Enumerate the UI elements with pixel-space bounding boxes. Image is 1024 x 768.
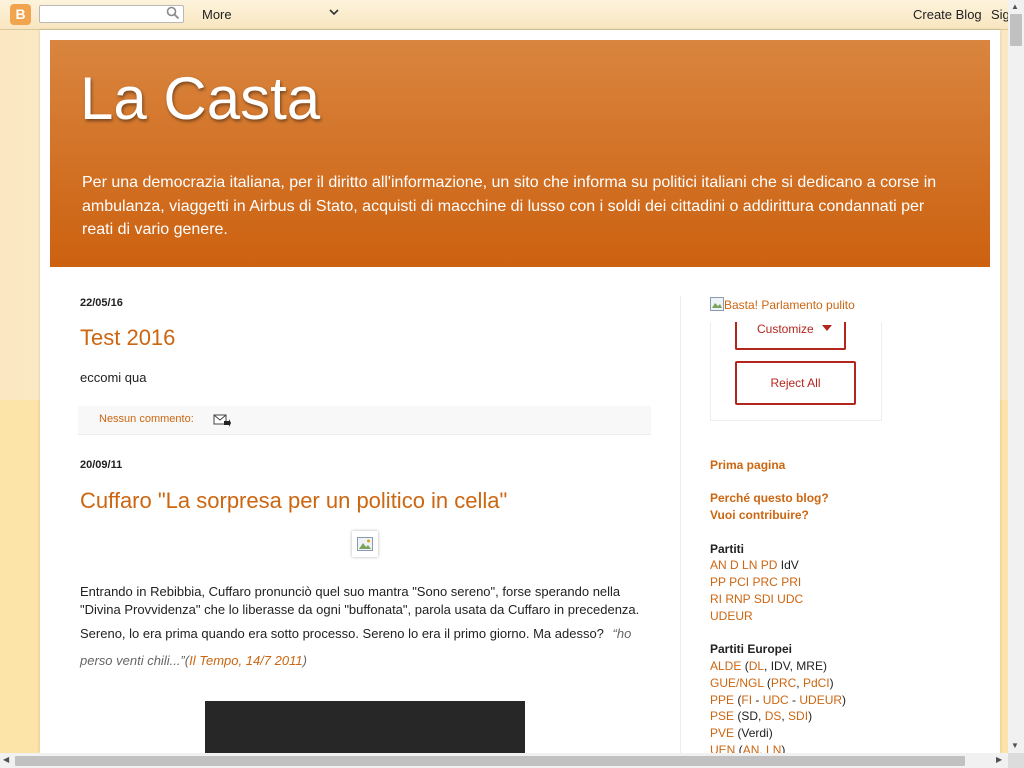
party-link[interactable]: LN bbox=[742, 558, 757, 572]
vertical-scrollbar[interactable] bbox=[1008, 0, 1024, 753]
broken-image-icon bbox=[710, 297, 724, 311]
party-link[interactable]: ALDE bbox=[710, 659, 741, 673]
party-link[interactable]: SDI bbox=[788, 709, 808, 723]
party-link[interactable]: PD bbox=[761, 558, 778, 572]
sign-in-link[interactable]: Sig bbox=[991, 7, 1010, 22]
party-link[interactable]: PSE bbox=[710, 709, 734, 723]
scroll-left-arrow-icon[interactable]: ◀ bbox=[3, 755, 9, 764]
embedded-video[interactable] bbox=[205, 701, 525, 753]
post-paragraph-line: Sereno, lo era prima quando era sotto pr… bbox=[80, 626, 631, 641]
party-link[interactable]: FI bbox=[741, 693, 752, 707]
partiti-row: PP PCI PRC PRI bbox=[710, 575, 801, 589]
sidebar-banner[interactable]: Basta! Parlamento pulito bbox=[710, 297, 855, 312]
post-text: Sereno, lo era prima quando era sotto pr… bbox=[80, 626, 604, 641]
post-paragraph-line: Entrando in Rebibbia, Cuffaro pronunciò … bbox=[80, 584, 621, 599]
post-date: 20/09/11 bbox=[80, 459, 123, 471]
more-menu[interactable]: More bbox=[202, 7, 232, 22]
europei-row: GUE/NGL (PRC, PdCI) bbox=[710, 676, 834, 690]
scroll-up-arrow-icon[interactable]: ▲ bbox=[1011, 2, 1019, 11]
partiti-row: RI RNP SDI UDC bbox=[710, 592, 803, 606]
party-link[interactable]: UDC bbox=[763, 693, 789, 707]
europei-row: PPE (FI - UDC - UDEUR) bbox=[710, 693, 847, 707]
comments-link[interactable]: Nessun commento: bbox=[99, 413, 194, 425]
party-link[interactable]: PdCI bbox=[803, 676, 830, 690]
party-link[interactable]: PRI bbox=[781, 575, 801, 589]
party-link[interactable]: UDEUR bbox=[710, 609, 753, 623]
party-link[interactable]: PCI bbox=[729, 575, 749, 589]
partiti-row: AN D LN PD IdV bbox=[710, 558, 799, 572]
banner-alt-text: Basta! Parlamento pulito bbox=[724, 298, 855, 312]
party-link[interactable]: PPE bbox=[710, 693, 734, 707]
broken-image-icon bbox=[357, 537, 373, 551]
vertical-scrollbar-thumb[interactable] bbox=[1010, 14, 1022, 46]
reject-all-button[interactable]: Reject All bbox=[735, 361, 856, 405]
party-link[interactable]: PRC bbox=[771, 676, 796, 690]
post-quote: “ho bbox=[612, 626, 632, 641]
column-divider bbox=[680, 296, 681, 753]
europei-row: ALDE (DL, IDV, MRE) bbox=[710, 659, 827, 673]
party-link[interactable]: RNP bbox=[725, 592, 750, 606]
post-paragraph-line: "Divina Provvidenza" che lo liberasse da… bbox=[80, 602, 640, 617]
party-text: (SD, bbox=[737, 709, 765, 723]
party-text: (Verdi) bbox=[737, 726, 773, 740]
party-link[interactable]: UDC bbox=[777, 592, 803, 606]
create-blog-link[interactable]: Create Blog bbox=[913, 7, 982, 22]
horizontal-scrollbar-thumb[interactable] bbox=[15, 756, 965, 766]
party-text: , IDV, MRE) bbox=[764, 659, 827, 673]
search-icon[interactable] bbox=[166, 6, 180, 20]
blogger-logo-icon[interactable]: B bbox=[10, 4, 31, 25]
post-title[interactable]: Test 2016 bbox=[80, 325, 175, 351]
party-link[interactable]: AN bbox=[710, 558, 727, 572]
party-link[interactable]: PRC bbox=[753, 575, 778, 589]
dropdown-arrow-icon[interactable] bbox=[822, 325, 832, 331]
party-text: IdV bbox=[780, 558, 799, 572]
chevron-down-icon[interactable] bbox=[329, 6, 339, 20]
scrollbar-corner bbox=[1008, 753, 1024, 768]
post-title[interactable]: Cuffaro "La sorpresa per un politico in … bbox=[80, 488, 507, 514]
partiti-row: UDEUR bbox=[710, 609, 753, 623]
source-link[interactable]: Il Tempo, 14/7 2011 bbox=[189, 653, 302, 668]
party-link[interactable]: PP bbox=[710, 575, 726, 589]
sidebar-link-prima-pagina[interactable]: Prima pagina bbox=[710, 458, 785, 472]
scroll-down-arrow-icon[interactable]: ▼ bbox=[1011, 741, 1019, 750]
partiti-heading: Partiti bbox=[710, 542, 745, 556]
navbar-search-input[interactable] bbox=[39, 5, 184, 23]
post-paragraph-line: perso venti chili...”(Il Tempo, 14/7 201… bbox=[80, 653, 307, 668]
post-body: eccomi qua bbox=[80, 370, 147, 385]
post-date: 22/05/16 bbox=[80, 297, 123, 309]
sidebar-link-contribuire[interactable]: Vuoi contribuire? bbox=[710, 508, 809, 522]
party-link[interactable]: SDI bbox=[754, 592, 774, 606]
party-link[interactable]: RI bbox=[710, 592, 722, 606]
source-paren-close: ) bbox=[302, 653, 307, 668]
party-link[interactable]: PVE bbox=[710, 726, 734, 740]
post-quote: perso venti chili...” bbox=[80, 653, 185, 668]
blog-title[interactable]: La Casta bbox=[80, 64, 320, 133]
europei-row: PVE (Verdi) bbox=[710, 726, 773, 740]
europei-row: PSE (SD, DS, SDI) bbox=[710, 709, 813, 723]
party-link[interactable]: D bbox=[730, 558, 739, 572]
sidebar-link-perche[interactable]: Perché questo blog? bbox=[710, 491, 829, 505]
blog-description: Per una democrazia italiana, per il diri… bbox=[82, 174, 937, 238]
party-link[interactable]: DL bbox=[749, 659, 764, 673]
party-link[interactable]: GUE/NGL bbox=[710, 676, 764, 690]
email-post-icon[interactable] bbox=[213, 413, 231, 427]
party-link[interactable]: UDEUR bbox=[799, 693, 842, 707]
partiti-europei-heading: Partiti Europei bbox=[710, 642, 793, 656]
scroll-right-arrow-icon[interactable]: ▶ bbox=[996, 755, 1002, 764]
party-link[interactable]: DS bbox=[765, 709, 782, 723]
